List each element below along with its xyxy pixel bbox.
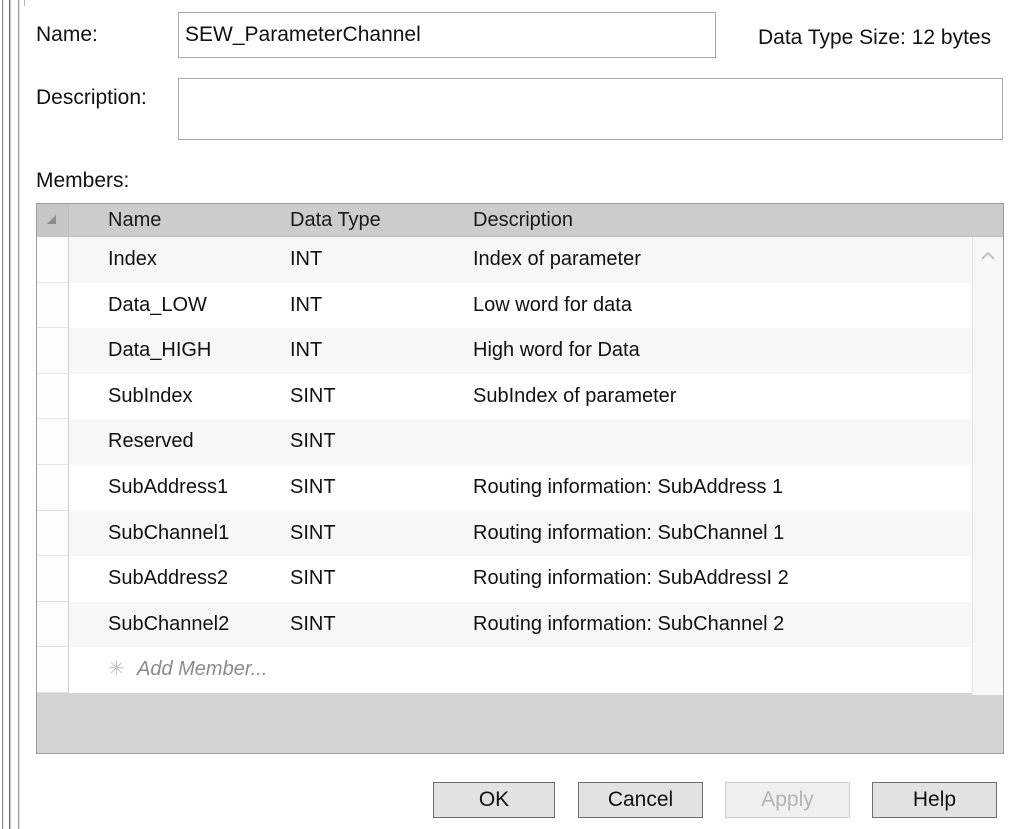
column-header-name[interactable]: Name bbox=[108, 204, 161, 236]
cell-member-description[interactable]: Routing information: SubAddressI 2 bbox=[473, 556, 968, 602]
cell-member-data-type[interactable]: SINT bbox=[290, 374, 470, 420]
table-row[interactable]: Reserved SINT bbox=[37, 419, 1003, 465]
cell-member-name[interactable]: SubAddress1 bbox=[108, 465, 288, 511]
row-selector-cell[interactable] bbox=[37, 328, 69, 374]
cell-member-description[interactable]: Routing information: SubChannel 2 bbox=[473, 602, 968, 648]
cell-member-data-type[interactable]: SINT bbox=[290, 556, 470, 602]
select-all-corner-cell[interactable] bbox=[37, 204, 69, 236]
table-row[interactable]: SubAddress2 SINT Routing information: SubA… bbox=[37, 556, 1003, 602]
row-selector-cell[interactable] bbox=[37, 282, 69, 329]
window-border-inner-highlight bbox=[11, 0, 12, 829]
members-grid: Name Data Type Description Index INT Index… bbox=[36, 203, 1004, 754]
apply-button: Apply bbox=[725, 782, 850, 818]
row-selector-cell[interactable] bbox=[37, 373, 69, 420]
description-label: Description: bbox=[36, 86, 147, 109]
cell-member-data-type[interactable]: SINT bbox=[290, 511, 470, 557]
cell-member-data-type[interactable]: SINT bbox=[290, 602, 470, 648]
table-row[interactable]: SubIndex SINT SubIndex of parameter bbox=[37, 373, 1003, 420]
row-selector-cell[interactable] bbox=[37, 419, 69, 465]
cell-member-name[interactable]: SubChannel2 bbox=[108, 602, 288, 648]
table-row[interactable]: Data_LOW INT Low word for data bbox=[37, 282, 1003, 329]
cell-member-name[interactable]: Reserved bbox=[108, 419, 288, 465]
description-input[interactable] bbox=[178, 78, 1003, 140]
table-row[interactable]: SubChannel1 SINT Routing information: SubC… bbox=[37, 510, 1003, 557]
add-member-label[interactable]: Add Member... bbox=[137, 647, 267, 693]
column-header-data-type[interactable]: Data Type bbox=[290, 204, 381, 236]
row-selector-cell[interactable] bbox=[37, 510, 69, 557]
cell-member-name[interactable]: SubAddress2 bbox=[108, 556, 288, 602]
cell-member-description[interactable]: Routing information: SubChannel 1 bbox=[473, 511, 968, 557]
window-border-highlight bbox=[3, 0, 4, 829]
cell-member-description[interactable] bbox=[473, 419, 968, 465]
cell-member-name[interactable]: SubChannel1 bbox=[108, 511, 288, 557]
table-row[interactable]: SubAddress1 SINT Routing information: SubA… bbox=[37, 464, 1003, 511]
scrollbar-thumb[interactable] bbox=[973, 271, 1003, 711]
members-label: Members: bbox=[36, 169, 130, 192]
row-selector-cell[interactable] bbox=[37, 556, 69, 602]
cell-member-data-type[interactable]: INT bbox=[290, 328, 470, 374]
table-row[interactable]: SubChannel2 SINT Routing information: SubC… bbox=[37, 601, 1003, 648]
chevron-up-icon[interactable] bbox=[973, 241, 1003, 271]
grid-vertical-scrollbar[interactable] bbox=[972, 237, 1003, 753]
cell-member-name[interactable]: Data_HIGH bbox=[108, 328, 288, 374]
name-label: Name: bbox=[36, 23, 98, 46]
cell-member-description[interactable]: Index of parameter bbox=[473, 237, 968, 283]
cell-member-data-type[interactable]: SINT bbox=[290, 419, 470, 465]
ok-button[interactable]: OK bbox=[433, 782, 555, 818]
data-type-size-text: Data Type Size: 12 bytes bbox=[758, 26, 992, 49]
window-border-inner-shade bbox=[19, 0, 20, 829]
cancel-button[interactable]: Cancel bbox=[578, 782, 703, 818]
cell-member-description[interactable]: Routing information: SubAddress 1 bbox=[473, 465, 968, 511]
grid-empty-filler bbox=[37, 695, 1003, 753]
select-all-corner-icon bbox=[47, 215, 56, 224]
row-selector-cell[interactable] bbox=[37, 601, 69, 648]
cell-member-description[interactable]: High word for Data bbox=[473, 328, 968, 374]
row-selector-cell[interactable] bbox=[37, 464, 69, 511]
add-member-row[interactable]: ✳ Add Member... bbox=[37, 647, 1003, 693]
table-row[interactable]: Data_HIGH INT High word for Data bbox=[37, 328, 1003, 374]
column-header-description[interactable]: Description bbox=[473, 204, 573, 236]
cell-member-description[interactable]: Low word for data bbox=[473, 283, 968, 329]
cell-member-name[interactable]: SubIndex bbox=[108, 374, 288, 420]
row-selector-cell[interactable] bbox=[37, 647, 69, 693]
grid-body: Index INT Index of parameter Data_LOW INT Low… bbox=[37, 237, 1003, 753]
help-button[interactable]: Help bbox=[872, 782, 997, 818]
grid-header-row: Name Data Type Description bbox=[37, 204, 1003, 237]
cell-member-data-type[interactable]: SINT bbox=[290, 465, 470, 511]
table-row[interactable]: Index INT Index of parameter bbox=[37, 237, 1003, 283]
asterisk-icon: ✳ bbox=[108, 658, 125, 681]
cell-member-data-type[interactable]: INT bbox=[290, 283, 470, 329]
row-selector-cell[interactable] bbox=[37, 237, 69, 283]
data-type-editor-dialog: Name: Data Type Size: 12 bytes Descripti… bbox=[25, 0, 1024, 829]
cell-member-description[interactable]: SubIndex of parameter bbox=[473, 374, 968, 420]
name-input[interactable] bbox=[178, 12, 716, 58]
cell-member-name[interactable]: Data_LOW bbox=[108, 283, 288, 329]
cell-member-name[interactable]: Index bbox=[108, 237, 288, 283]
cell-member-data-type[interactable]: INT bbox=[290, 237, 470, 283]
